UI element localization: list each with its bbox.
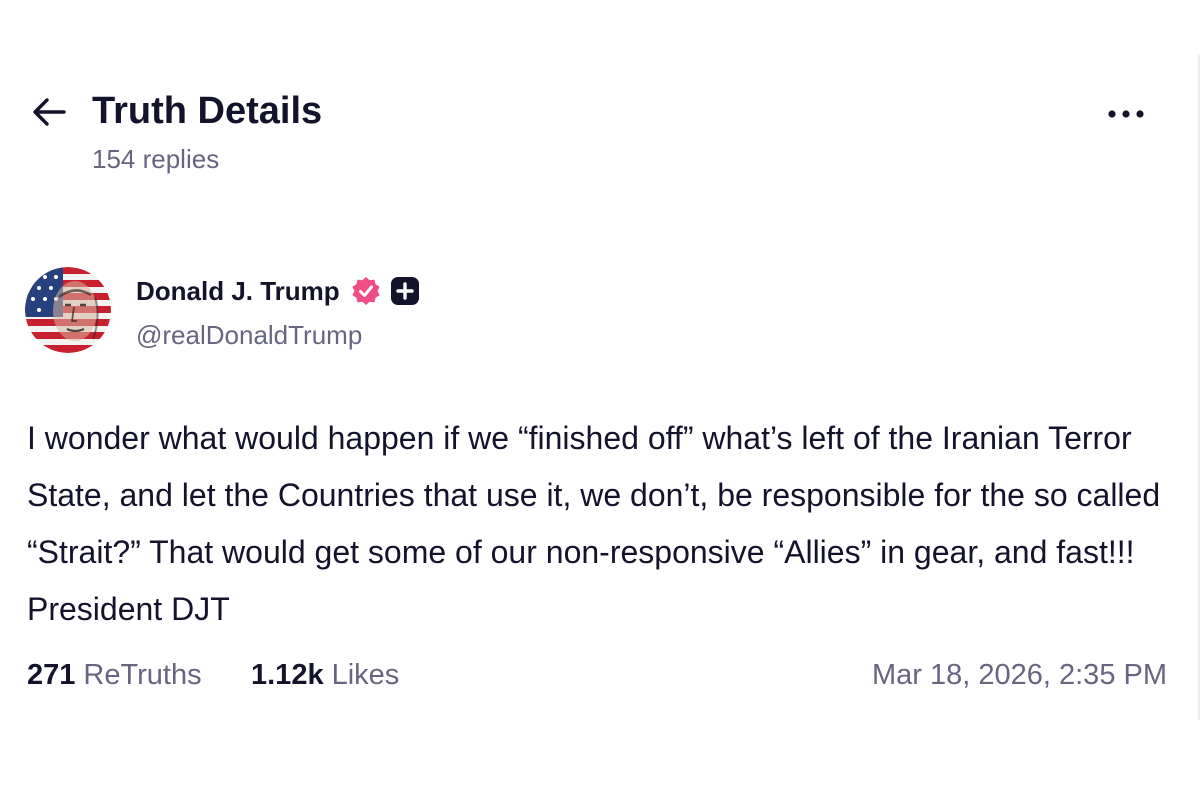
more-options-button[interactable]: [1104, 98, 1148, 130]
retruths-stat[interactable]: 271 ReTruths: [27, 656, 202, 694]
likes-label: Likes: [331, 659, 400, 691]
post-author: Donald J. Trump @realDonaldTrump: [25, 267, 725, 357]
retruths-count: 271: [27, 659, 76, 691]
truth-details-page: Truth Details 154 replies Donald J. Trum…: [0, 0, 1200, 800]
likes-stat[interactable]: 1.12k Likes: [251, 656, 399, 694]
display-name-row: Donald J. Trump: [136, 273, 420, 309]
reply-count: 154 replies: [92, 144, 220, 174]
post-stats: 271 ReTruths 1.12k Likes Mar 18, 2026, 2:3…: [27, 656, 1167, 696]
avatar-flag-portrait-image: [25, 267, 111, 353]
verified-badge-icon: [352, 277, 380, 305]
plus-badge-icon: [390, 277, 419, 305]
display-name[interactable]: Donald J. Trump: [136, 275, 340, 307]
page-header: Truth Details 154 replies: [28, 88, 1148, 188]
likes-count: 1.12k: [251, 659, 324, 691]
user-handle[interactable]: @realDonaldTrump: [136, 319, 362, 351]
avatar[interactable]: [25, 267, 111, 353]
more-horizontal-icon: [1108, 110, 1144, 118]
back-button[interactable]: [28, 90, 72, 134]
post-timestamp: Mar 18, 2026, 2:35 PM: [872, 659, 1167, 691]
arrow-left-icon: [33, 98, 66, 126]
page-title: Truth Details: [92, 90, 323, 132]
post-text: I wonder what would happen if we “finish…: [27, 420, 1161, 627]
retruths-label: ReTruths: [83, 659, 202, 691]
